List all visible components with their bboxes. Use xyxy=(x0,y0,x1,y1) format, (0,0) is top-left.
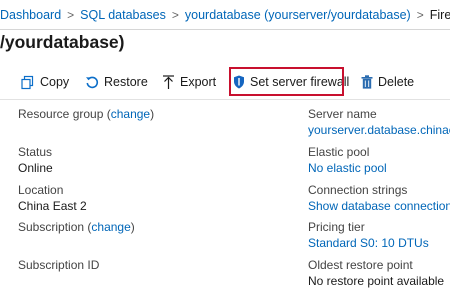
copy-icon xyxy=(20,75,35,90)
status-label: Status xyxy=(18,145,53,159)
subscription-id-label: Subscription ID xyxy=(18,258,100,272)
elastic-pool-label: Elastic pool xyxy=(308,145,370,159)
firewall-highlight-box xyxy=(229,67,344,96)
status-property: Status Online xyxy=(18,144,53,176)
delete-button[interactable]: Delete xyxy=(361,66,414,98)
location-value: China East 2 xyxy=(18,199,87,213)
pricing-tier-property: Pricing tier Standard S0: 10 DTUs xyxy=(308,219,429,251)
breadcrumb-separator: > xyxy=(67,8,75,22)
copy-label: Copy xyxy=(40,75,70,89)
subscription-label: Subscription xyxy=(18,220,85,234)
connection-strings-link[interactable]: Show database connection xyxy=(308,198,450,214)
delete-label: Delete xyxy=(378,75,415,89)
connection-strings-property: Connection strings Show database connect… xyxy=(308,182,450,214)
pricing-tier-label: Pricing tier xyxy=(308,220,365,234)
export-label: Export xyxy=(180,75,217,89)
oldest-restore-point-value: No restore point available xyxy=(308,274,445,288)
subscription-change-link[interactable]: change xyxy=(91,220,130,234)
sql-database-overview: Dashboard > SQL databases > yourdatabase… xyxy=(0,0,450,300)
copy-button[interactable]: Copy xyxy=(20,66,69,98)
oldest-restore-point-label: Oldest restore point xyxy=(308,258,413,272)
server-name-link[interactable]: yourserver.database.chinacl xyxy=(308,122,450,138)
breadcrumb-separator: > xyxy=(171,8,179,22)
connection-strings-label: Connection strings xyxy=(308,183,408,197)
breadcrumb-sql-databases[interactable]: SQL databases xyxy=(80,8,166,22)
restore-icon xyxy=(85,75,99,89)
status-value: Online xyxy=(18,161,53,175)
restore-button[interactable]: Restore xyxy=(85,66,148,98)
breadcrumb-separator: > xyxy=(416,8,424,22)
resource-group-property: Resource group (change) xyxy=(18,107,155,121)
resource-group-change-link[interactable]: change xyxy=(111,107,150,121)
export-icon xyxy=(162,74,175,90)
breadcrumb-database[interactable]: yourdatabase (yourserver/yourdatabase) xyxy=(185,8,411,22)
restore-label: Restore xyxy=(104,75,148,89)
trash-icon xyxy=(361,75,373,89)
location-label: Location xyxy=(18,183,64,197)
oldest-restore-point-property: Oldest restore point No restore point av… xyxy=(308,257,444,289)
subscription-id-property: Subscription ID xyxy=(18,257,99,273)
breadcrumb-firewall: Firew xyxy=(429,8,450,22)
subscription-property: Subscription (change) xyxy=(18,220,135,234)
command-bar: Copy Restore Export Set server firewall … xyxy=(0,66,450,100)
resource-group-label: Resource group xyxy=(18,107,104,121)
elastic-pool-link[interactable]: No elastic pool xyxy=(308,160,387,176)
server-name-property: Server name yourserver.database.chinacl xyxy=(308,106,450,138)
server-name-label: Server name xyxy=(308,107,377,121)
breadcrumb-dashboard[interactable]: Dashboard xyxy=(0,8,61,22)
toolbar-divider xyxy=(0,99,450,100)
pricing-tier-link[interactable]: Standard S0: 10 DTUs xyxy=(308,235,429,251)
export-button[interactable]: Export xyxy=(162,66,216,98)
location-property: Location China East 2 xyxy=(18,182,87,214)
elastic-pool-property: Elastic pool No elastic pool xyxy=(308,144,387,176)
page-title: /yourdatabase) xyxy=(0,32,125,52)
breadcrumb: Dashboard > SQL databases > yourdatabase… xyxy=(0,0,450,30)
